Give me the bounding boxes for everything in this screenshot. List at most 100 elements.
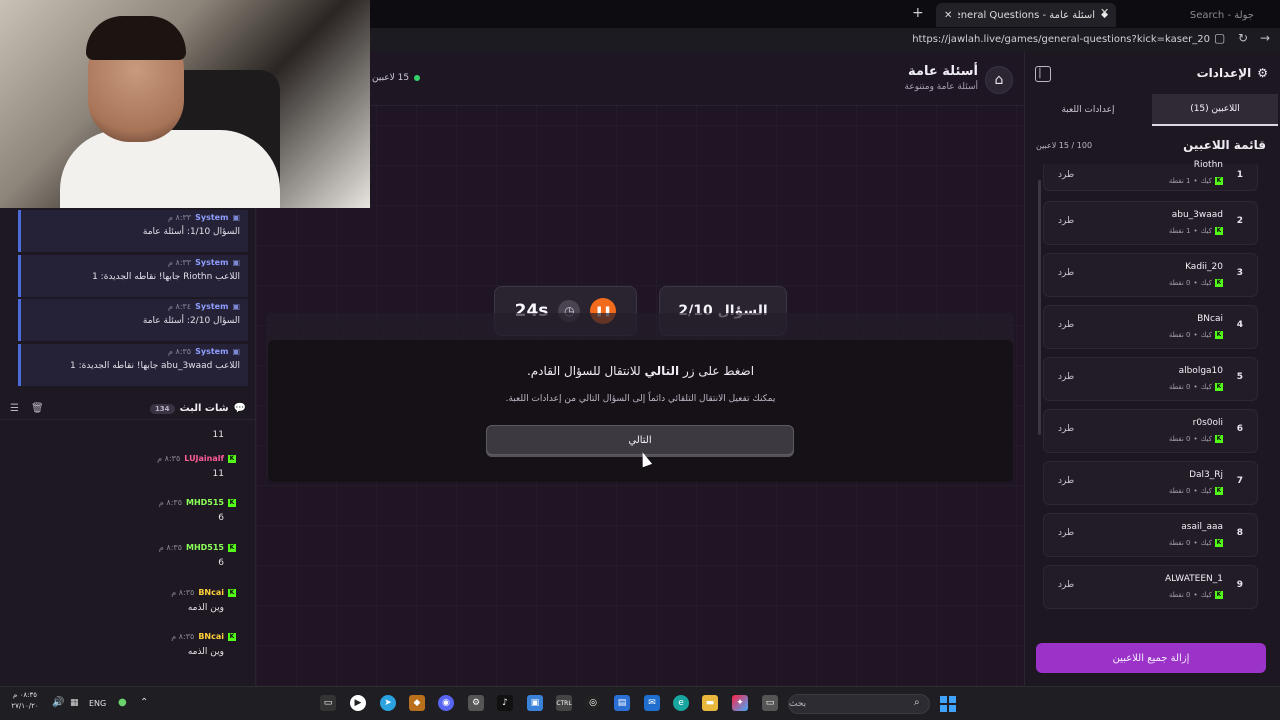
player-platform: كيك bbox=[1200, 383, 1212, 391]
app-icon[interactable]: ◆ bbox=[409, 695, 425, 711]
taskbar-clock[interactable]: ٠٨:٣٥ م ٢٧/١٠/٢٠ bbox=[8, 690, 42, 712]
system-time: ٨:٣٣ م bbox=[168, 257, 192, 267]
kick-icon: K bbox=[1215, 279, 1223, 287]
system-message-header: ▣ System ٨:٣٤ م bbox=[29, 302, 240, 311]
player-row: 1 Riothn K كيك • 1 نقطة طرد bbox=[1043, 160, 1258, 191]
meta-separator: • bbox=[1193, 279, 1198, 287]
chat-message: K MHD515 ٨:٣٥ م 6 bbox=[0, 543, 250, 568]
tab-close-icon[interactable]: ✕ bbox=[1100, 6, 1109, 19]
chat-text: 11 bbox=[212, 469, 224, 479]
store-icon[interactable]: ▤ bbox=[614, 695, 630, 711]
url-field[interactable]: https://jawlah.live/games/general-questi… bbox=[760, 31, 1210, 49]
kick-player-button[interactable]: طرد bbox=[1058, 580, 1074, 590]
kick-icon: K bbox=[1215, 383, 1223, 391]
discord-icon[interactable]: ◉ bbox=[438, 695, 454, 711]
system-time: ٨:٣٣ م bbox=[168, 213, 192, 222]
chat-message-meta: K BNcai ٨:٣٥ م bbox=[0, 632, 236, 641]
player-rank: 4 bbox=[1236, 320, 1243, 330]
forward-icon[interactable]: → bbox=[1260, 31, 1270, 45]
browser-tab-inactive[interactable]: جولة - Search bbox=[1124, 5, 1254, 25]
copilot-icon[interactable]: ✦ bbox=[732, 695, 748, 711]
chat-username[interactable]: MHD515 bbox=[186, 543, 224, 552]
settings-app-icon[interactable]: ⚙ bbox=[468, 695, 484, 711]
media-player-icon[interactable]: ▶ bbox=[350, 695, 366, 711]
system-message: ▣ System ٨:٣٣ م السؤال 1/10: أسئلة عامة bbox=[18, 210, 248, 252]
filter-icon[interactable]: ☰ bbox=[10, 403, 19, 414]
next-button[interactable]: التالي bbox=[486, 425, 794, 455]
edge-browser-icon[interactable]: e bbox=[673, 695, 689, 711]
player-platform: كيك bbox=[1200, 539, 1212, 547]
player-meta: K كيك • 1 نقطة bbox=[1169, 227, 1223, 235]
obs-icon[interactable]: ◎ bbox=[585, 695, 601, 711]
terminal-icon[interactable]: ▭ bbox=[320, 695, 336, 711]
system-icon: ▣ bbox=[232, 257, 240, 267]
language-indicator[interactable]: ENG bbox=[89, 699, 106, 708]
kick-player-button[interactable]: طرد bbox=[1058, 476, 1074, 486]
kick-icon: K bbox=[1215, 591, 1223, 599]
meta-separator: • bbox=[1193, 177, 1198, 185]
kick-player-button[interactable]: طرد bbox=[1058, 528, 1074, 538]
kick-icon: K bbox=[1215, 331, 1223, 339]
player-points: 0 نقطة bbox=[1168, 279, 1191, 287]
system-time: ٨:٣٥ م bbox=[168, 346, 192, 356]
ctrl-app-icon[interactable]: CTRL bbox=[556, 695, 572, 711]
system-text: السؤال 2/10: أسئلة عامة bbox=[142, 316, 240, 326]
player-name: BNcai bbox=[1197, 314, 1223, 324]
tab-game-settings[interactable]: إعدادات اللعبة bbox=[1026, 94, 1150, 126]
telegram-icon[interactable]: ➤ bbox=[380, 695, 396, 711]
browser-tab-active[interactable]: ◆ أسئلة عامة - General Questions | جـ ✕ bbox=[936, 3, 1116, 27]
players-scrollbar[interactable] bbox=[1038, 180, 1041, 435]
chat-username[interactable]: LUJainalf bbox=[184, 454, 224, 463]
kick-player-button[interactable]: طرد bbox=[1058, 268, 1074, 278]
chat-username[interactable]: BNcai bbox=[198, 588, 224, 597]
taskview-icon[interactable]: ▭ bbox=[762, 695, 778, 711]
new-tab-icon[interactable]: + bbox=[912, 5, 924, 21]
chat-message-meta: K MHD515 ٨:٣٥ م bbox=[0, 498, 236, 507]
chat-username[interactable]: BNcai bbox=[198, 632, 224, 641]
taskbar-search[interactable]: بحث bbox=[788, 694, 930, 714]
kick-icon: K bbox=[1215, 435, 1223, 443]
windows-start-icon[interactable] bbox=[940, 696, 956, 712]
kick-player-button[interactable]: طرد bbox=[1058, 372, 1074, 382]
mail-icon[interactable]: ✉ bbox=[644, 695, 660, 711]
tiktok-icon[interactable]: ♪ bbox=[497, 695, 513, 711]
system-message: ▣ System ٨:٣٤ م السؤال 2/10: أسئلة عامة bbox=[18, 299, 248, 341]
kick-player-button[interactable]: طرد bbox=[1058, 216, 1074, 226]
home-button[interactable]: ⌂ bbox=[985, 66, 1013, 94]
player-points: 0 نقطة bbox=[1168, 487, 1191, 495]
player-name: albolga10 bbox=[1178, 366, 1223, 376]
folder-icon[interactable]: ▬ bbox=[702, 695, 718, 711]
system-time: ٨:٣٤ م bbox=[168, 302, 192, 311]
reload-icon[interactable]: ↻ bbox=[1238, 31, 1248, 45]
settings-title-text: الإعدادات bbox=[1196, 66, 1252, 80]
collapse-panel-icon[interactable]: ▏ bbox=[1035, 66, 1051, 82]
game-subtitle: أسئلة عامة ومتنوعة bbox=[904, 82, 979, 92]
kick-player-button[interactable]: طرد bbox=[1058, 170, 1074, 180]
remove-all-players-button[interactable]: إزالة جميع اللاعبين bbox=[1036, 643, 1266, 673]
window-app-icon[interactable]: ▣ bbox=[527, 695, 543, 711]
player-name: r0s0oli bbox=[1192, 418, 1223, 428]
system-message: ▣ System ٨:٣٥ م اللاعب abu_3waad جابها! نقا… bbox=[18, 343, 248, 386]
player-meta: K كيك • 1 نقطة bbox=[1169, 177, 1223, 185]
chat-text: 6 bbox=[218, 513, 224, 523]
kick-player-button[interactable]: طرد bbox=[1058, 320, 1074, 330]
chevron-up-icon[interactable]: ⌃ bbox=[140, 697, 148, 708]
players-online: 15 لاعبين bbox=[372, 73, 421, 83]
meta-separator: • bbox=[1193, 383, 1198, 391]
tab-players[interactable]: اللاعبين (15) bbox=[1152, 94, 1278, 126]
chat-text: 6 bbox=[218, 558, 224, 568]
players-list-count: 100 / 15 لاعبين bbox=[1036, 141, 1093, 150]
volume-icon[interactable]: 🔊 bbox=[52, 697, 64, 708]
network-icon[interactable]: ▦ bbox=[70, 698, 79, 708]
microphone-icon[interactable]: ● bbox=[118, 697, 127, 708]
player-rank: 9 bbox=[1236, 580, 1243, 590]
player-meta: K كيك • 0 نقطة bbox=[1169, 539, 1223, 547]
chat-time: ٨:٣٥ م bbox=[171, 588, 195, 597]
chat-username[interactable]: MHD515 bbox=[186, 498, 224, 507]
tab-title: أسئلة عامة - General Questions | جـ bbox=[958, 9, 1096, 21]
trash-icon[interactable]: 🗑 bbox=[31, 403, 44, 414]
kick-player-button[interactable]: طرد bbox=[1058, 424, 1074, 434]
player-rank: 1 bbox=[1236, 170, 1243, 180]
player-platform: كيك bbox=[1200, 435, 1212, 443]
tab-close-icon[interactable]: ✕ bbox=[944, 10, 952, 21]
